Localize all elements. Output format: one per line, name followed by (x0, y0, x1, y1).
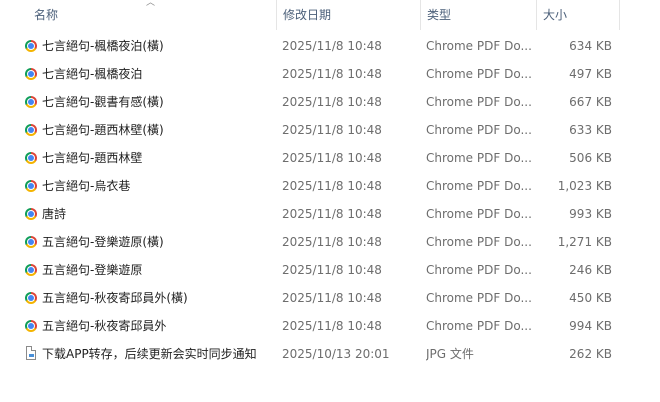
file-row[interactable]: 七言絕句-題西林壁 2025/11/8 10:48 Chrome PDF Do.… (0, 144, 660, 172)
chrome-pdf-icon (24, 228, 38, 256)
file-list: 七言絕句-楓橋夜泊(橫) 2025/11/8 10:48 Chrome PDF … (0, 32, 660, 368)
file-size: 450 KB (569, 291, 612, 305)
file-type: Chrome PDF Do... (426, 179, 532, 193)
file-row[interactable]: 下载APP转存，后续更新会实时同步通知 2025/10/13 20:01 JPG… (0, 340, 660, 368)
file-row[interactable]: 七言絕句-楓橋夜泊(橫) 2025/11/8 10:48 Chrome PDF … (0, 32, 660, 60)
file-size: 497 KB (569, 67, 612, 81)
file-size: 667 KB (569, 95, 612, 109)
chrome-pdf-icon (24, 116, 38, 144)
file-type: JPG 文件 (426, 347, 474, 361)
file-type: Chrome PDF Do... (426, 235, 532, 249)
column-header-date[interactable]: 修改日期 (276, 0, 420, 30)
sort-ascending-icon: ︿ (146, 0, 156, 8)
chrome-pdf-icon (24, 144, 38, 172)
chrome-pdf-icon (24, 60, 38, 88)
file-size: 994 KB (569, 319, 612, 333)
column-header-size[interactable]: 大小 (536, 0, 620, 30)
file-type: Chrome PDF Do... (426, 123, 532, 137)
file-name: 五言絕句-秋夜寄邱員外(橫) (42, 291, 188, 305)
file-name: 下载APP转存，后续更新会实时同步通知 (42, 347, 257, 361)
file-name: 五言絕句-登樂遊原(橫) (42, 235, 164, 249)
file-name: 五言絕句-秋夜寄邱員外 (42, 319, 167, 333)
file-size: 262 KB (569, 347, 612, 361)
chrome-pdf-icon (24, 88, 38, 116)
chrome-pdf-icon (24, 312, 38, 340)
file-size: 506 KB (569, 151, 612, 165)
column-header-type-label: 类型 (427, 8, 452, 22)
file-row[interactable]: 五言絕句-秋夜寄邱員外 2025/11/8 10:48 Chrome PDF D… (0, 312, 660, 340)
file-type: Chrome PDF Do... (426, 263, 532, 277)
file-explorer-list: 名称 ︿ 修改日期 类型 大小 七言絕句-楓橋夜泊(橫) 2025/11/8 1… (0, 0, 660, 402)
file-date: 2025/11/8 10:48 (282, 95, 382, 109)
file-row[interactable]: 五言絕句-秋夜寄邱員外(橫) 2025/11/8 10:48 Chrome PD… (0, 284, 660, 312)
file-type: Chrome PDF Do... (426, 291, 532, 305)
file-date: 2025/11/8 10:48 (282, 67, 382, 81)
file-date: 2025/11/8 10:48 (282, 123, 382, 137)
file-type: Chrome PDF Do... (426, 319, 532, 333)
file-row[interactable]: 七言絕句-題西林壁(橫) 2025/11/8 10:48 Chrome PDF … (0, 116, 660, 144)
chrome-pdf-icon (24, 32, 38, 60)
chrome-pdf-icon (24, 284, 38, 312)
file-date: 2025/11/8 10:48 (282, 235, 382, 249)
file-row[interactable]: 唐詩 2025/11/8 10:48 Chrome PDF Do... 993 … (0, 200, 660, 228)
file-name: 七言絕句-觀書有感(橫) (42, 95, 164, 109)
chrome-pdf-icon (24, 172, 38, 200)
column-header-bar: 名称 ︿ 修改日期 类型 大小 (0, 0, 660, 30)
chrome-pdf-icon (24, 200, 38, 228)
column-header-size-label: 大小 (543, 8, 568, 22)
file-row[interactable]: 七言絕句-楓橋夜泊 2025/11/8 10:48 Chrome PDF Do.… (0, 60, 660, 88)
file-name: 七言絕句-題西林壁(橫) (42, 123, 164, 137)
file-size: 246 KB (569, 263, 612, 277)
file-name: 七言絕句-楓橋夜泊 (42, 67, 143, 81)
file-date: 2025/11/8 10:48 (282, 207, 382, 221)
file-date: 2025/11/8 10:48 (282, 291, 382, 305)
file-size: 634 KB (569, 39, 612, 53)
file-date: 2025/11/8 10:48 (282, 179, 382, 193)
file-date: 2025/11/8 10:48 (282, 151, 382, 165)
file-date: 2025/11/8 10:48 (282, 319, 382, 333)
file-row[interactable]: 七言絕句-烏衣巷 2025/11/8 10:48 Chrome PDF Do..… (0, 172, 660, 200)
file-type: Chrome PDF Do... (426, 67, 532, 81)
file-name: 唐詩 (42, 207, 67, 221)
file-name: 七言絕句-烏衣巷 (42, 179, 131, 193)
file-type: Chrome PDF Do... (426, 151, 532, 165)
file-name: 七言絕句-楓橋夜泊(橫) (42, 39, 164, 53)
file-row[interactable]: 五言絕句-登樂遊原 2025/11/8 10:48 Chrome PDF Do.… (0, 256, 660, 284)
file-name: 七言絕句-題西林壁 (42, 151, 143, 165)
jpg-file-icon (24, 340, 38, 368)
chrome-pdf-icon (24, 256, 38, 284)
file-type: Chrome PDF Do... (426, 39, 532, 53)
column-header-type[interactable]: 类型 (420, 0, 536, 30)
file-size: 993 KB (569, 207, 612, 221)
column-header-date-label: 修改日期 (283, 8, 332, 22)
column-header-name-label: 名称 (34, 8, 59, 22)
file-date: 2025/10/13 20:01 (282, 347, 390, 361)
file-row[interactable]: 五言絕句-登樂遊原(橫) 2025/11/8 10:48 Chrome PDF … (0, 228, 660, 256)
file-size: 1,023 KB (557, 179, 612, 193)
file-size: 1,271 KB (557, 235, 612, 249)
file-type: Chrome PDF Do... (426, 95, 532, 109)
file-date: 2025/11/8 10:48 (282, 263, 382, 277)
file-name: 五言絕句-登樂遊原 (42, 263, 143, 277)
file-row[interactable]: 七言絕句-觀書有感(橫) 2025/11/8 10:48 Chrome PDF … (0, 88, 660, 116)
file-date: 2025/11/8 10:48 (282, 39, 382, 53)
file-size: 633 KB (569, 123, 612, 137)
file-type: Chrome PDF Do... (426, 207, 532, 221)
